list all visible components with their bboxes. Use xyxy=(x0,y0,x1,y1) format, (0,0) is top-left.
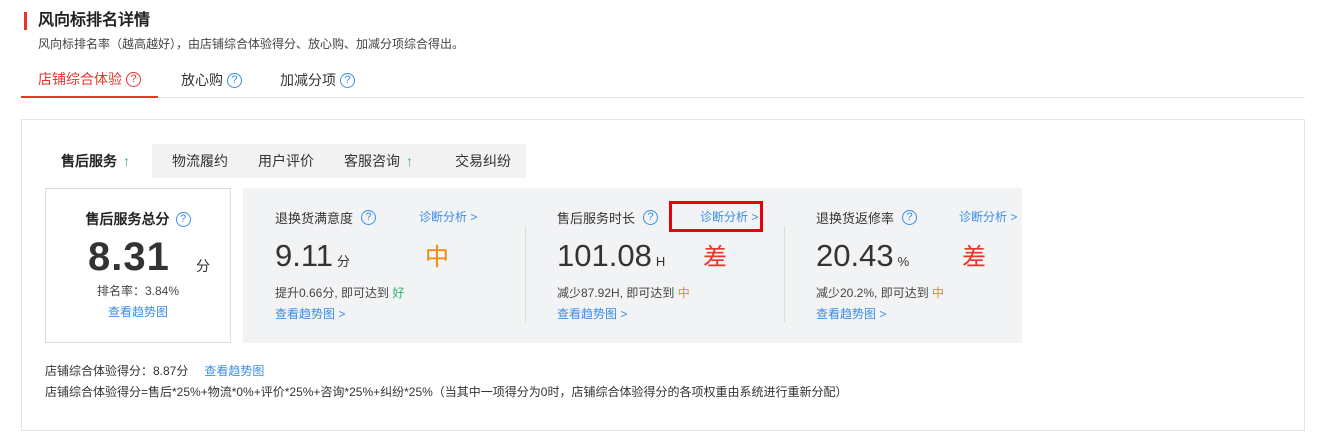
footer-score-text: 店铺综合体验得分：8.87分 xyxy=(45,364,189,378)
metric-trend-link[interactable]: 查看趋势图 > xyxy=(816,305,886,322)
subtab-label: 物流履约 xyxy=(172,153,228,169)
metric-return-repair-rate: 退换货返修率 ? 诊断分析 > 20.43% 差 减少20.2%, 即可达到 中… xyxy=(784,188,1022,343)
total-trend-link[interactable]: 查看趋势图 xyxy=(46,303,230,320)
metric-unit: 分 xyxy=(337,254,351,269)
metric-tip-grade: 中 xyxy=(677,286,690,300)
sub-tab-bar: 售后服务 ↑ 物流履约 用户评价 客服咨询 ↑ 交易纠纷 xyxy=(45,144,526,178)
help-icon[interactable]: ? xyxy=(643,210,659,225)
metric-tip-text: 减少87.92H, 即可达到 xyxy=(557,286,675,300)
subtab-label: 售后服务 xyxy=(61,153,117,169)
subtab-after-sales[interactable]: 售后服务 ↑ xyxy=(45,144,152,178)
metric-name-text: 退换货返修率 xyxy=(816,211,895,226)
metric-tip-grade: 中 xyxy=(932,286,945,300)
metric-unit: % xyxy=(897,254,910,269)
subtab-user-reviews[interactable]: 用户评价 xyxy=(258,144,314,178)
tab-bonus-deduction[interactable]: 加减分项 ? xyxy=(280,62,355,98)
tab-label: 放心购 xyxy=(181,72,223,88)
metric-name-text: 售后服务时长 xyxy=(557,211,636,226)
subtab-customer-service[interactable]: 客服咨询 ↑ xyxy=(344,144,413,178)
metric-return-satisfaction: 退换货满意度 ? 诊断分析 > 9.11 分 中 提升0.66分, 即可达到 好 … xyxy=(243,188,503,343)
metric-grade: 中 xyxy=(425,244,449,271)
metric-value: 101.08 H xyxy=(557,236,665,282)
tab-label: 店铺综合体验 xyxy=(38,71,122,87)
footer-formula: 店铺综合体验得分=售后*25%+物流*0%+评价*25%+咨询*25%+纠纷*2… xyxy=(45,385,848,399)
page-title: 风向标排名详情 xyxy=(38,12,151,29)
total-score-unit: 分 xyxy=(196,258,210,274)
footer-trend-link[interactable]: 查看趋势图 xyxy=(204,364,264,378)
metric-name: 售后服务时长 ? xyxy=(557,208,659,227)
page-subtitle: 风向标排名率（越高越好），由店铺综合体验得分、放心购、加减分项综合得出。 xyxy=(38,37,465,51)
after-sales-total-card: 售后服务总分 ? 8.31 分 排名率：3.84% 查看趋势图 xyxy=(45,188,231,343)
help-icon[interactable]: ? xyxy=(175,211,191,227)
subtab-label: 用户评价 xyxy=(258,153,314,169)
metric-tip: 减少87.92H, 即可达到 中 xyxy=(557,284,690,301)
tab-worry-free-purchase[interactable]: 放心购 ? xyxy=(181,62,242,98)
metric-trend-link[interactable]: 查看趋势图 > xyxy=(275,305,345,322)
subtab-logistics[interactable]: 物流履约 xyxy=(172,144,228,178)
total-rank: 排名率：3.84% xyxy=(96,284,180,298)
metric-tip: 提升0.66分, 即可达到 好 xyxy=(275,284,404,301)
metric-trend-link[interactable]: 查看趋势图 > xyxy=(557,305,627,322)
metric-unit: H xyxy=(655,254,666,269)
metric-tip: 减少20.2%, 即可达到 中 xyxy=(816,284,944,301)
metric-tip-text: 减少20.2%, 即可达到 xyxy=(816,286,929,300)
trend-up-icon: ↑ xyxy=(406,153,413,169)
trend-up-icon: ↑ xyxy=(123,153,130,169)
help-icon[interactable]: ? xyxy=(227,72,242,88)
diagnosis-link[interactable]: 诊断分析 > xyxy=(419,208,477,225)
metric-value-number: 101.08 xyxy=(557,238,652,273)
help-icon[interactable]: ? xyxy=(126,71,141,87)
subtab-trade-disputes[interactable]: 交易纠纷 xyxy=(455,144,511,178)
total-label: 售后服务总分 ? xyxy=(46,209,230,229)
tab-label: 加减分项 xyxy=(280,72,336,88)
help-icon[interactable]: ? xyxy=(340,72,355,88)
subtab-label: 交易纠纷 xyxy=(455,153,511,169)
total-score: 8.31 xyxy=(88,235,170,279)
total-label-text: 售后服务总分 xyxy=(85,211,170,227)
metric-value: 20.43% xyxy=(816,236,909,282)
metric-grade: 差 xyxy=(703,244,727,271)
metric-value-number: 20.43 xyxy=(816,238,894,273)
metric-name: 退换货返修率 ? xyxy=(816,208,918,227)
help-icon[interactable]: ? xyxy=(902,210,918,225)
title-accent-bar xyxy=(24,12,27,30)
help-icon[interactable]: ? xyxy=(361,210,377,225)
metrics-panel: 退换货满意度 ? 诊断分析 > 9.11 分 中 提升0.66分, 即可达到 好 … xyxy=(243,188,1022,343)
subtab-label: 客服咨询 xyxy=(344,153,400,169)
metric-name: 退换货满意度 ? xyxy=(275,208,377,227)
metric-grade: 差 xyxy=(962,244,986,271)
metric-name-text: 退换货满意度 xyxy=(275,211,354,226)
footer-score-line: 店铺综合体验得分：8.87分 查看趋势图 xyxy=(45,362,264,379)
diagnosis-link[interactable]: 诊断分析 > xyxy=(959,208,1017,225)
tab-store-experience[interactable]: 店铺综合体验 ? xyxy=(21,62,158,98)
diagnosis-highlight-box xyxy=(669,201,763,232)
metric-value: 9.11 分 xyxy=(275,236,350,282)
metric-tip-grade: 好 xyxy=(392,286,405,300)
top-tab-bar: 店铺综合体验 ? 放心购 ? 加减分项 ? xyxy=(21,62,1305,98)
metric-value-number: 9.11 xyxy=(275,238,334,273)
metric-tip-text: 提升0.66分, 即可达到 xyxy=(275,286,390,300)
